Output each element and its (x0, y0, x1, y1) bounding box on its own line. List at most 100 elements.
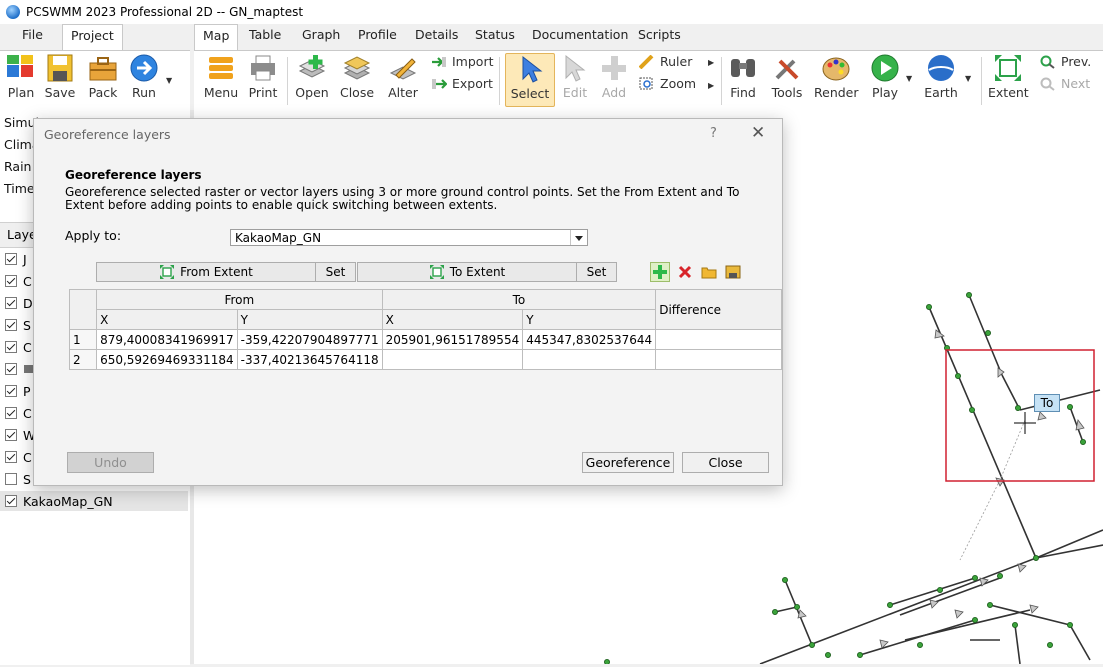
layer-row[interactable]: D (5, 293, 33, 313)
layer-checkbox[interactable] (5, 451, 17, 463)
render-button[interactable]: Render (814, 53, 859, 101)
close-layer-button[interactable]: Close (339, 53, 375, 101)
run-button[interactable]: Run (127, 53, 161, 101)
from-y-cell[interactable]: -337,40213645764118 (236, 349, 383, 370)
tab-map[interactable]: Map (194, 24, 239, 51)
plan-button[interactable]: Plan (4, 53, 38, 101)
to-y-header: Y (522, 309, 657, 330)
from-extent-set-button[interactable]: Set (315, 262, 356, 282)
pack-button[interactable]: Pack (86, 53, 120, 101)
to-extent-set-button[interactable]: Set (576, 262, 617, 282)
play-button[interactable]: Play (868, 53, 902, 101)
layer-row[interactable]: S (5, 469, 31, 489)
tab-details[interactable]: Details (407, 24, 466, 49)
extent-button[interactable]: Extent (988, 53, 1029, 101)
dialog-close-icon[interactable]: ✕ (751, 123, 765, 143)
app-logo-icon (6, 5, 20, 19)
ruler-button[interactable]: Ruler (639, 54, 692, 69)
tab-graph[interactable]: Graph (294, 24, 348, 49)
to-point-marker-label[interactable]: To (1034, 394, 1060, 412)
layer-row[interactable]: C (5, 447, 32, 467)
open-button[interactable]: Open (294, 53, 330, 101)
layer-row[interactable]: C (5, 403, 32, 423)
find-button[interactable]: Find (727, 53, 759, 101)
to-y-cell[interactable] (522, 349, 657, 370)
close-button[interactable]: Close (682, 452, 769, 473)
folder-icon (701, 267, 717, 279)
edit-pointer-icon (565, 54, 586, 82)
palette-icon (822, 57, 850, 81)
layer-checkbox[interactable] (5, 253, 17, 265)
zoom-expand-icon[interactable]: ▶ (708, 81, 714, 90)
apply-to-select[interactable]: KakaoMap_GN (230, 229, 588, 246)
alter-button[interactable]: Alter (386, 53, 420, 101)
add-button[interactable]: Add (597, 53, 631, 101)
tab-project[interactable]: Project (62, 24, 123, 51)
tab-table[interactable]: Table (241, 24, 289, 49)
prev-extent-button[interactable]: Prev. (1040, 54, 1091, 69)
table-row[interactable]: 1 879,40008341969917 -359,42207904897771… (68, 329, 782, 350)
edit-button[interactable]: Edit (558, 53, 592, 101)
to-extent-button[interactable]: To Extent (357, 262, 577, 282)
add-point-button[interactable] (650, 262, 670, 282)
sim-row-time[interactable]: Time (4, 181, 35, 196)
undo-button[interactable]: Undo (67, 452, 154, 473)
to-x-cell[interactable] (381, 349, 524, 370)
tools-button[interactable]: Tools (768, 53, 806, 101)
tab-status[interactable]: Status (467, 24, 523, 49)
layer-row[interactable]: P (5, 381, 31, 401)
earth-dropdown-icon[interactable]: ▼ (965, 74, 971, 83)
layer-checkbox[interactable] (5, 473, 17, 485)
layer-checkbox[interactable] (5, 319, 17, 331)
layer-checkbox[interactable] (5, 275, 17, 287)
layer-checkbox[interactable] (5, 341, 17, 353)
disk-icon (725, 265, 741, 279)
layer-row[interactable]: C (5, 271, 32, 291)
tab-file[interactable]: File (14, 24, 51, 49)
layer-checkbox[interactable] (5, 407, 17, 419)
zoom-button[interactable]: Zoom (639, 76, 696, 91)
help-button[interactable]: ? (710, 126, 717, 141)
delete-point-button[interactable] (675, 262, 695, 282)
tools-icon (775, 59, 799, 80)
layer-checkbox[interactable] (5, 495, 17, 507)
ruler-icon (639, 54, 654, 69)
to-y-cell[interactable]: 445347,8302537644 (522, 329, 657, 350)
save-points-button[interactable] (723, 262, 743, 282)
layer-row[interactable]: W (5, 425, 35, 445)
layer-checkbox[interactable] (5, 385, 17, 397)
layer-checkbox[interactable] (5, 297, 17, 309)
chevron-down-icon[interactable] (570, 230, 587, 245)
layer-row[interactable]: S (5, 315, 31, 335)
play-dropdown-icon[interactable]: ▼ (906, 74, 912, 83)
run-dropdown-icon[interactable]: ▼ (166, 76, 172, 85)
table-row[interactable]: 2 650,59269469331184 -337,40213645764118 (68, 349, 782, 370)
layer-row[interactable]: J (5, 249, 27, 269)
print-button[interactable]: Print (246, 53, 280, 101)
ruler-expand-icon[interactable]: ▶ (708, 58, 714, 67)
from-extent-button[interactable]: From Extent (96, 262, 316, 282)
from-y-cell[interactable]: -359,42207904897771 (236, 329, 383, 350)
next-extent-button[interactable]: Next (1040, 76, 1090, 91)
save-button[interactable]: Save (43, 53, 77, 101)
earth-button[interactable]: Earth (923, 53, 959, 101)
tab-scripts[interactable]: Scripts (630, 24, 689, 49)
tab-documentation[interactable]: Documentation (524, 24, 636, 49)
import-button[interactable]: Import (431, 54, 494, 69)
menu-button[interactable]: Menu (202, 53, 240, 101)
layer-row[interactable]: C (5, 337, 32, 357)
tab-profile[interactable]: Profile (350, 24, 405, 49)
from-x-cell[interactable]: 650,59269469331184 (96, 349, 238, 370)
georeference-button[interactable]: Georeference (582, 452, 674, 473)
select-button[interactable]: Select (505, 53, 555, 107)
layer-row-kakaomap[interactable]: KakaoMap_GN (5, 491, 113, 511)
open-points-button[interactable] (699, 262, 719, 282)
from-x-cell[interactable]: 879,40008341969917 (96, 329, 238, 350)
export-button[interactable]: Export (431, 76, 493, 91)
to-x-cell[interactable]: 205901,96151789554 (381, 329, 524, 350)
layer-checkbox[interactable] (5, 429, 17, 441)
from-y-header: Y (236, 309, 383, 330)
layer-row[interactable] (5, 359, 35, 379)
layer-checkbox[interactable] (5, 363, 17, 375)
sim-row-rain[interactable]: Rain (4, 159, 31, 174)
